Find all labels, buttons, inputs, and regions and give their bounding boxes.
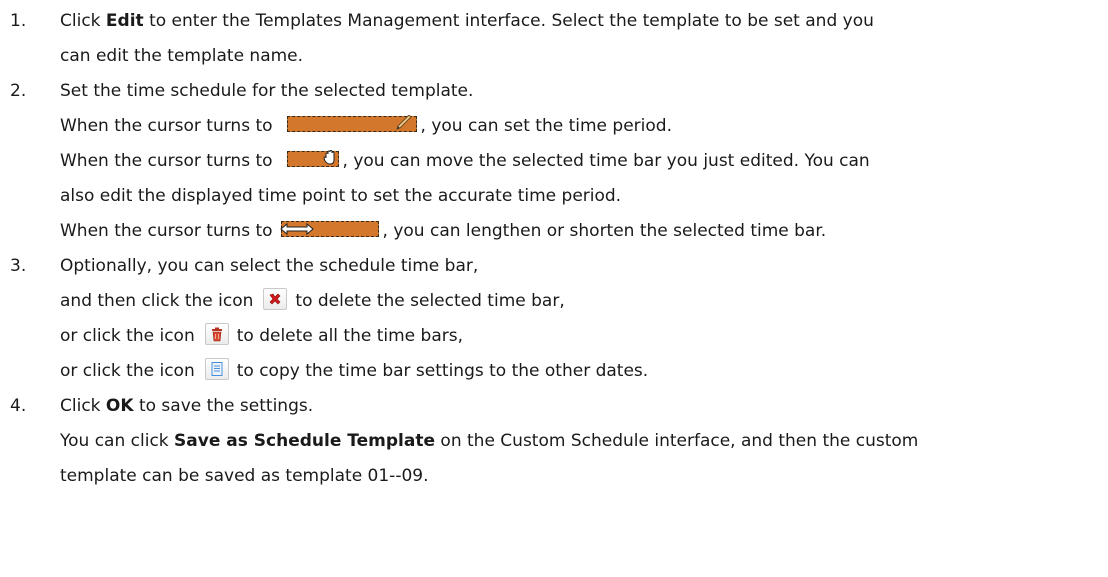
step-3-line-3: or click the icon to delete all the time …	[0, 319, 1108, 354]
step-1-line-2: can edit the template name.	[60, 46, 304, 66]
step-4-line-1: 4. Click OK to save the settings.	[0, 389, 1108, 424]
step-3-line-4: or click the icon to copy the time bar se…	[0, 354, 1108, 389]
step-4-line-2: You can click Save as Schedule Template …	[60, 431, 919, 451]
resize-arrow-cursor-icon	[279, 221, 379, 237]
step-4-line-3: template can be saved as template 01--09…	[60, 466, 429, 486]
bold-term: OK	[105, 396, 134, 416]
trash-icon[interactable]	[204, 323, 229, 345]
instructions-document: 1. Click Edit to enter the Templates Man…	[0, 0, 1108, 494]
step-2-line-4: also edit the displayed time point to se…	[60, 186, 622, 206]
step-3-line-1: 3. Optionally, you can select the schedu…	[0, 249, 1108, 284]
delete-x-icon[interactable]	[263, 288, 288, 310]
pencil-draw-cursor-icon	[286, 115, 417, 132]
bold-term: Save as Schedule Template	[174, 431, 436, 451]
step-2-line-3: When the cursor turns to, you can move t…	[60, 149, 870, 171]
step-number: 2.	[10, 81, 27, 101]
step-2-line-1: 2. Set the time schedule for the selecte…	[0, 74, 1108, 109]
step-number: 4.	[10, 396, 27, 416]
bold-term: Edit	[105, 11, 144, 31]
step-3-line-2: and then click the icon to delete the sel…	[0, 284, 1108, 319]
step-2-line-5: When the cursor turns to, you can length…	[60, 221, 827, 241]
hand-move-cursor-icon	[286, 149, 339, 167]
step-2-line-2: When the cursor turns to, you can set th…	[60, 115, 672, 136]
step-number: 1.	[10, 11, 27, 31]
copy-icon[interactable]	[204, 358, 229, 380]
step-1-line-1: 1. Click Edit to enter the Templates Man…	[0, 4, 1108, 39]
step-number: 3.	[10, 256, 27, 276]
